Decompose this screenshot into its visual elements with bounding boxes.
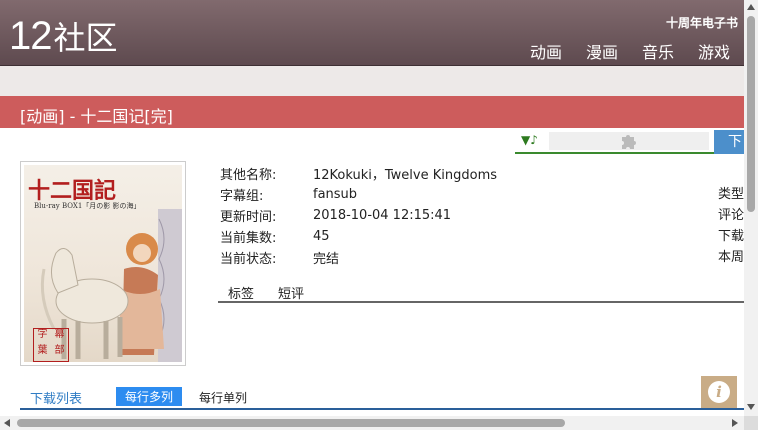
detail-label: 更新时间:	[220, 210, 277, 225]
puzzle-piece-icon	[622, 135, 636, 149]
plugin-placeholder[interactable]	[549, 132, 709, 150]
horizontal-scroll-thumb[interactable]	[17, 419, 565, 427]
vertical-scrollbar[interactable]	[744, 0, 758, 416]
nav-manga[interactable]: 漫画	[586, 39, 618, 63]
detail-row-status: 当前状态: 完结	[220, 247, 740, 268]
info-button[interactable]: i	[701, 376, 737, 408]
detail-value: 2018-10-04 12:15:41	[313, 208, 452, 223]
detail-value: 完结	[313, 252, 340, 267]
detail-row-fansub: 字幕组: fansub	[220, 184, 740, 205]
scroll-left-icon[interactable]	[4, 419, 10, 427]
logo-number: 12	[9, 14, 52, 58]
cover-image: 十二国記 Blu-ray BOX1「月の影 影の海」 字 幕 葉 部	[20, 161, 186, 366]
info-icon: i	[708, 381, 730, 403]
cover-stamp: 字 幕 葉 部	[33, 328, 69, 362]
main-nav: 动画 漫画 音乐 游戏	[530, 39, 730, 63]
anime-details: 其他名称: 12Kokuki，Twelve Kingdoms 字幕组: fans…	[220, 163, 740, 268]
detail-row-episodes: 当前集数: 45	[220, 226, 740, 247]
scroll-right-icon[interactable]	[732, 419, 738, 427]
stamp-char: 部	[54, 345, 65, 356]
tab-tags[interactable]: 标签	[228, 283, 254, 302]
detail-row-updated: 更新时间: 2018-10-04 12:15:41	[220, 205, 740, 226]
scrollbar-corner	[744, 416, 758, 430]
nav-music[interactable]: 音乐	[642, 39, 674, 63]
detail-value: 12Kokuki，Twelve Kingdoms	[313, 168, 498, 183]
stamp-char: 葉	[37, 345, 48, 356]
page-title: [动画] - 十二国记[完]	[20, 107, 173, 126]
site-header: 12 社区 十周年电子书 动画 漫画 音乐 游戏	[0, 0, 744, 66]
detail-label: 当前状态:	[220, 252, 277, 267]
nav-anime[interactable]: 动画	[530, 39, 562, 63]
detail-row-alt-names: 其他名称: 12Kokuki，Twelve Kingdoms	[220, 163, 740, 184]
tab-single-column[interactable]: 每行单列	[199, 389, 247, 406]
vertical-scroll-thumb[interactable]	[747, 16, 755, 212]
header-spacer-band	[0, 66, 744, 96]
music-player: ▼♪	[515, 130, 714, 154]
download-list-tabs: 下载列表 每行多列 每行单列	[20, 386, 744, 410]
scroll-up-icon[interactable]	[747, 4, 755, 10]
detail-subtabs: 标签 短评	[218, 282, 744, 303]
detail-value: 45	[313, 229, 330, 244]
stamp-char: 幕	[54, 329, 65, 340]
site-logo[interactable]: 12 社区	[9, 13, 118, 59]
scroll-down-icon[interactable]	[747, 404, 755, 410]
logo-text: 社区	[53, 19, 118, 57]
detail-value[interactable]: fansub	[313, 187, 357, 202]
tab-multi-column[interactable]: 每行多列	[116, 387, 183, 406]
detail-label: 当前集数:	[220, 231, 277, 246]
tab-short-reviews[interactable]: 短评	[278, 283, 304, 302]
music-toggle-icon[interactable]: ▼♪	[521, 133, 538, 147]
anniversary-ebook-link[interactable]: 十周年电子书	[666, 14, 738, 31]
horizontal-scrollbar[interactable]	[0, 416, 744, 430]
stamp-char: 字	[37, 329, 48, 340]
detail-label: 其他名称:	[220, 168, 277, 183]
nav-games[interactable]: 游戏	[698, 39, 730, 63]
tab-download-list[interactable]: 下载列表	[30, 388, 82, 407]
detail-label: 字幕组:	[220, 189, 264, 204]
page-title-bar: [动画] - 十二国记[完]	[0, 96, 744, 128]
download-button[interactable]: 下	[714, 130, 744, 154]
